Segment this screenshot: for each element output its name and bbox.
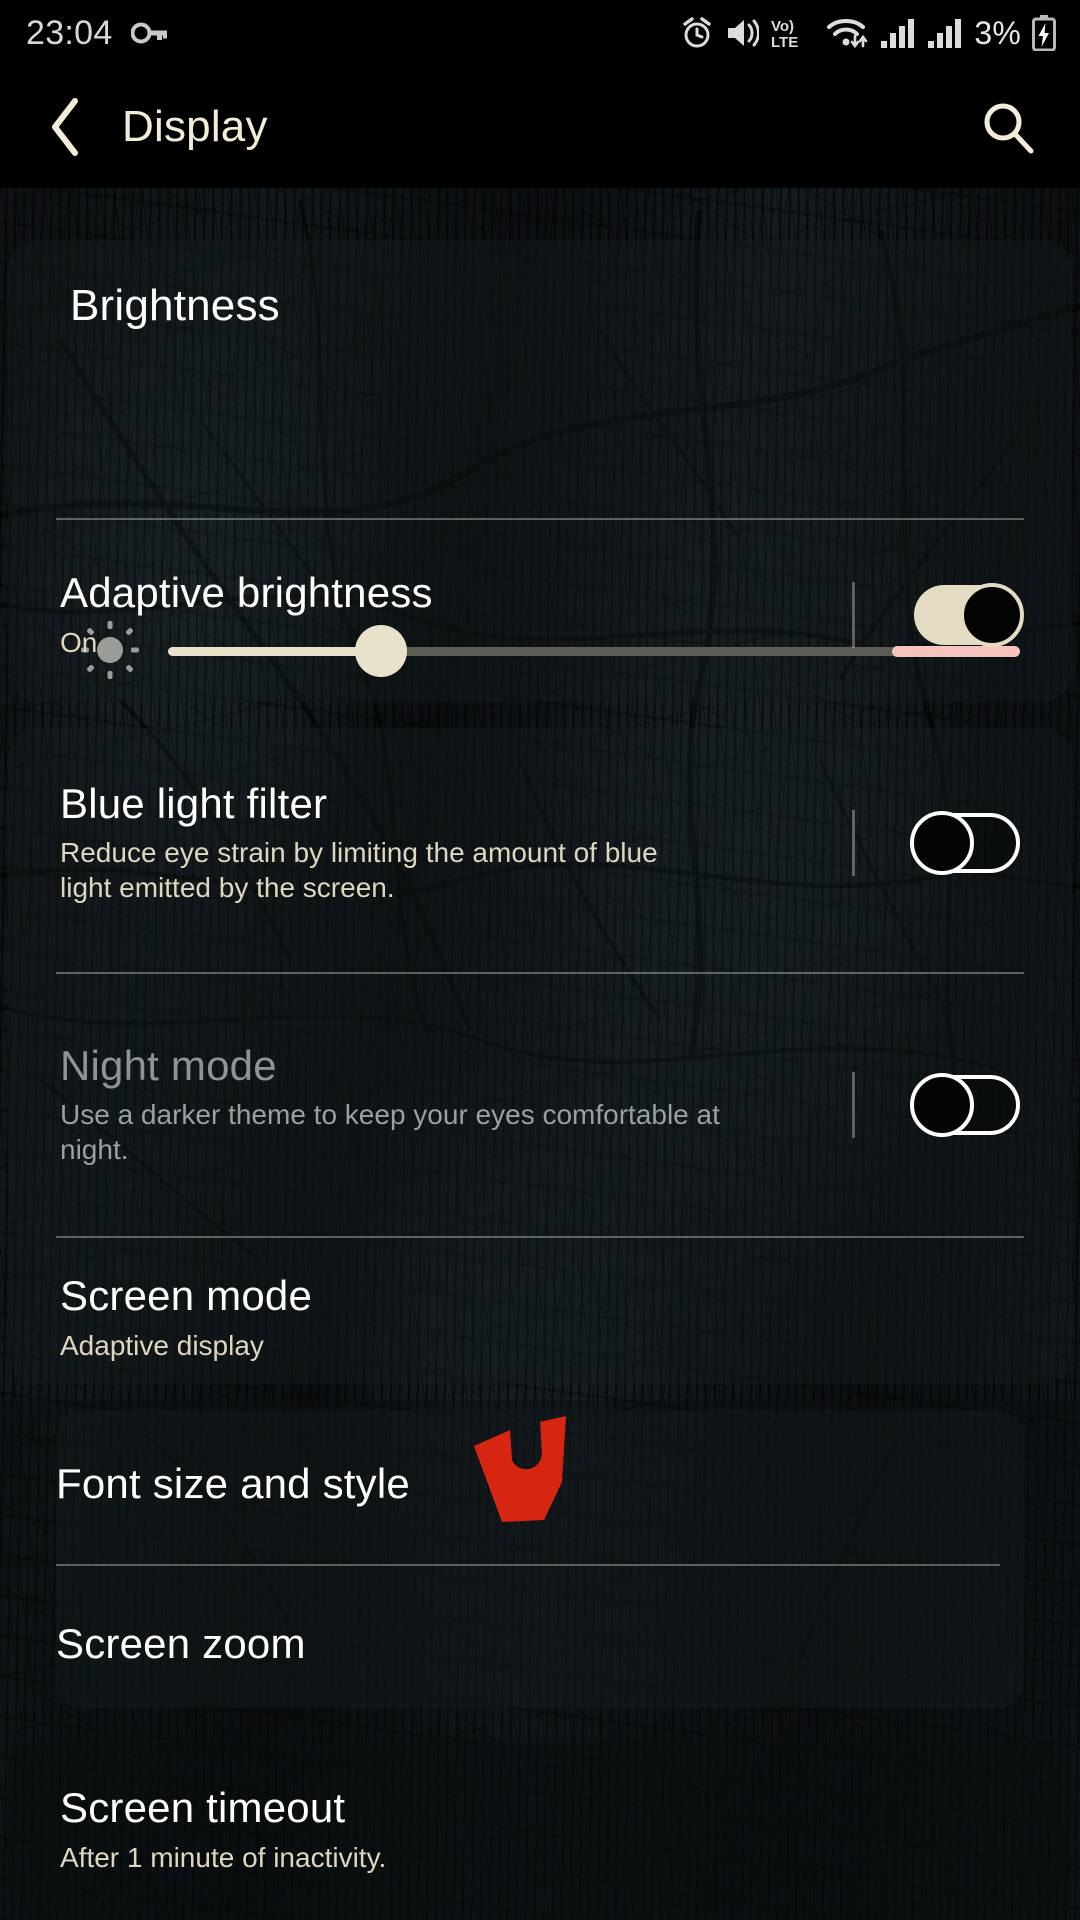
screen-mode-row[interactable]: Screen mode Adaptive display [8, 1252, 1072, 1384]
screen-timeout-row[interactable]: Screen timeout After 1 minute of inactiv… [8, 1740, 1072, 1920]
status-bar: 23:04 Vo) LTE 3% [0, 0, 1080, 66]
battery-charging-icon [1032, 15, 1056, 51]
blue-light-filter-text: Blue light filter Reduce eye strain by l… [60, 779, 836, 906]
adaptive-brightness-toggle[interactable] [914, 583, 1024, 647]
screen-zoom-row[interactable]: Screen zoom [56, 1580, 1024, 1708]
adaptive-brightness-row[interactable]: Adaptive brightness On [8, 540, 1072, 690]
toggle-knob [960, 583, 1024, 647]
adaptive-brightness-title: Adaptive brightness [60, 569, 433, 617]
blue-light-filter-row[interactable]: Blue light filter Reduce eye strain by l… [8, 728, 1072, 958]
adaptive-brightness-subtitle: On [60, 626, 98, 658]
svg-text:Vo): Vo) [771, 18, 794, 35]
signal-sim1-icon [881, 19, 915, 48]
night-mode-toggle-area[interactable] [836, 1070, 1026, 1140]
night-mode-text: Night mode Use a darker theme to keep yo… [60, 1041, 836, 1168]
wifi-icon [827, 19, 868, 49]
screen-mode-title: Screen mode [60, 1272, 313, 1320]
divider [56, 1564, 1000, 1566]
night-mode-row[interactable]: Night mode Use a darker theme to keep yo… [8, 990, 1072, 1220]
back-chevron-icon [52, 98, 78, 156]
toggle-knob [910, 1073, 974, 1137]
vibrate-icon [728, 19, 760, 47]
adaptive-brightness-text: Adaptive brightness On [60, 570, 836, 660]
blue-light-filter-toggle[interactable] [910, 811, 1020, 875]
blue-light-filter-subtitle: Reduce eye strain by limiting the amount… [60, 836, 658, 904]
screen-mode-text: Screen mode Adaptive display [60, 1273, 1026, 1363]
volte-icon: Vo) LTE [771, 18, 798, 50]
toggle-separator [852, 810, 855, 876]
toggle-separator [852, 1072, 855, 1138]
screen-timeout-text: Screen timeout After 1 minute of inactiv… [60, 1785, 1026, 1875]
screen-timeout-card: Screen timeout After 1 minute of inactiv… [8, 1740, 1072, 1920]
page-title: Display [122, 102, 268, 151]
status-bar-right: Vo) LTE 3% [680, 15, 1056, 52]
screen-timeout-title: Screen timeout [60, 1784, 346, 1832]
screen-zoom-title: Screen zoom [56, 1620, 306, 1668]
screen-mode-subtitle: Adaptive display [60, 1329, 264, 1361]
display-filters-card: Blue light filter Reduce eye strain by l… [8, 728, 1072, 1384]
app-bar: Display [0, 66, 1080, 188]
red-pointer-marker [474, 1416, 566, 1522]
search-button[interactable] [980, 99, 1036, 155]
back-button[interactable] [18, 96, 114, 158]
divider [56, 1236, 1024, 1238]
signal-sim2-icon [928, 19, 962, 48]
display-settings-screen: 23:04 Vo) LTE 3% Display Brightness Adap… [0, 0, 1080, 1920]
divider [56, 972, 1024, 974]
night-mode-subtitle: Use a darker theme to keep your eyes com… [60, 1098, 720, 1166]
adaptive-brightness-toggle-area[interactable] [836, 580, 1026, 650]
brightness-heading: Brightness [70, 281, 280, 330]
svg-text:LTE: LTE [771, 34, 798, 50]
blue-light-filter-title: Blue light filter [60, 779, 328, 827]
status-bar-clock: 23:04 [26, 13, 113, 52]
search-icon [984, 103, 1034, 154]
brightness-card: Brightness Adaptive brightness On [8, 240, 1072, 702]
alarm-icon [683, 17, 712, 48]
font-size-and-style-title: Font size and style [56, 1460, 410, 1508]
blue-light-toggle-area[interactable] [836, 808, 1026, 878]
night-mode-title: Night mode [60, 1041, 277, 1089]
divider [56, 518, 1024, 520]
battery-percent-label: 3% [974, 14, 1021, 51]
toggle-separator [852, 582, 855, 648]
vpn-key-icon [130, 22, 167, 44]
screen-timeout-subtitle: After 1 minute of inactivity. [60, 1841, 387, 1873]
toggle-knob [910, 811, 974, 875]
night-mode-toggle[interactable] [910, 1073, 1020, 1137]
status-bar-left: 23:04 [26, 14, 169, 53]
